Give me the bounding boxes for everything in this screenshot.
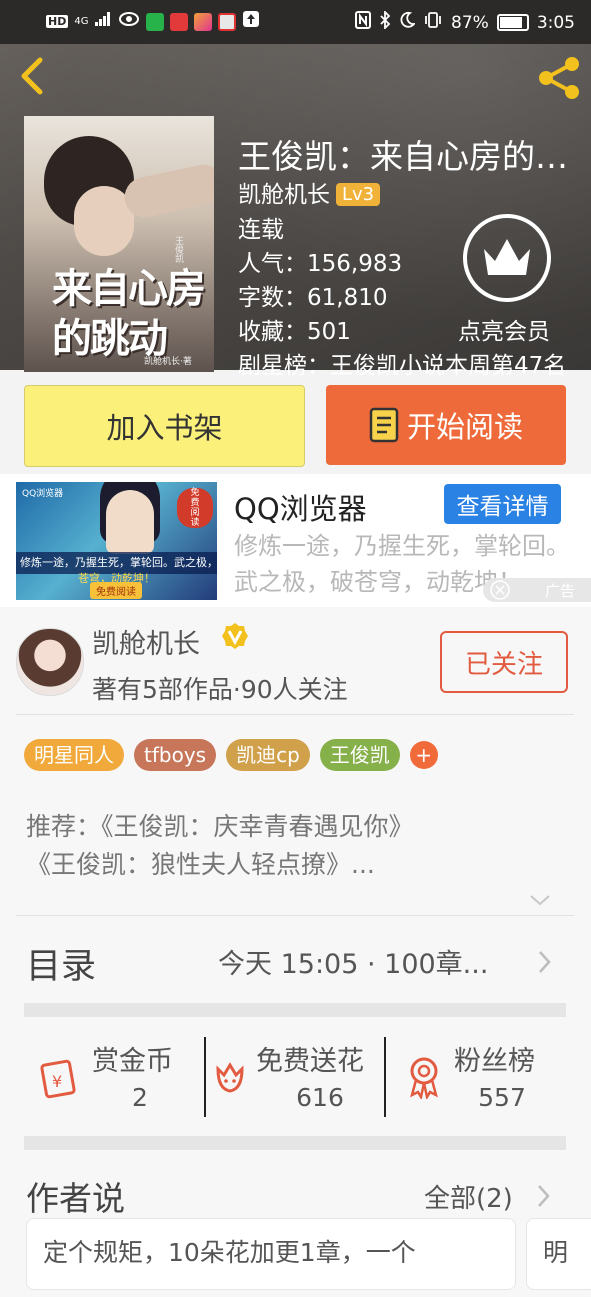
tag-item[interactable]: 凯迪cp — [226, 739, 310, 771]
bluetooth-icon — [379, 9, 391, 34]
tag-item[interactable]: 王俊凯 — [319, 739, 400, 771]
mic-app-icon — [170, 12, 189, 31]
share-button[interactable] — [536, 56, 582, 100]
author-info: 著有5部作品·90人关注 — [92, 675, 348, 704]
stat-separator — [384, 1037, 386, 1117]
ad-image-free: 免费阅读 — [90, 582, 142, 599]
start-reading-button[interactable]: 开始阅读 — [326, 385, 566, 465]
ad-image-tag: 免费阅读 — [177, 488, 213, 528]
book-author: 凯舱机长 — [238, 182, 330, 208]
follow-label: 已关注 — [464, 649, 543, 680]
nfc-icon — [355, 11, 372, 34]
ad-image[interactable]: QQ浏览器 免费阅读 修炼一途，乃握生死，掌轮回。武之极，破 苍穹，动乾坤！ 免… — [16, 482, 217, 600]
book-icon — [369, 407, 399, 443]
author-note-card[interactable]: 定个规矩，10朵花加更1章，一个 — [26, 1218, 516, 1290]
status-bar: HD 4G 87% 3:05 — [0, 0, 591, 44]
chevron-left-icon — [21, 57, 43, 95]
book-popularity: 人气：156,983 — [238, 251, 403, 277]
close-icon[interactable] — [487, 578, 513, 602]
stat-label: 赏金币 — [92, 1046, 173, 1077]
tag-item[interactable]: tfboys — [134, 739, 217, 771]
verified-icon — [221, 622, 249, 650]
vibrate-icon — [423, 11, 443, 34]
battery-icon — [496, 14, 529, 31]
recommendation-line2[interactable]: 《王俊凯：狼性夫人轻点撩》... — [26, 846, 566, 884]
more-tags-button[interactable]: + — [409, 741, 438, 769]
toc-latest[interactable]: 今天 15:05 · 100章... — [218, 942, 488, 981]
expand-button[interactable] — [528, 890, 552, 910]
book-words: 字数：61,810 — [238, 285, 388, 311]
svg-text:¥: ¥ — [52, 1072, 62, 1091]
ad-mark[interactable]: 广告 — [483, 578, 591, 602]
author-note-card[interactable]: 明 — [526, 1218, 591, 1290]
cover-author: 凯舱机长·著 — [144, 357, 192, 367]
level-badge: Lv3 — [336, 183, 381, 206]
author-line[interactable]: 凯舱机长 Lv3 — [238, 175, 381, 209]
vip-crown-icon[interactable] — [462, 213, 552, 303]
ad-details-label: 查看详情 — [456, 494, 549, 520]
book-favorites: 收藏：501 — [238, 319, 351, 345]
eye-icon — [118, 11, 140, 32]
ad-mark-label: 广告 — [545, 582, 576, 600]
author-says-title: 作者说 — [26, 1179, 125, 1218]
toc-button[interactable] — [536, 948, 554, 976]
ad-title[interactable]: QQ浏览器 — [234, 486, 367, 528]
chevron-down-icon — [530, 895, 550, 906]
author-says-all-label: 全部(2) — [424, 1184, 513, 1214]
add-to-shelf-button[interactable]: 加入书架 — [24, 385, 305, 467]
share-icon — [539, 57, 579, 99]
stat-value: 557 — [478, 1083, 526, 1112]
reward-coin-button[interactable]: ¥ 赏金币 2 — [40, 1037, 200, 1119]
green-app-icon — [146, 12, 165, 31]
divider — [16, 915, 574, 916]
flower-icon — [216, 1062, 244, 1093]
recommendation-text: 推荐：《王俊凯：庆幸青春遇见你》 《王俊凯：狼性夫人轻点撩》... — [26, 808, 566, 884]
back-button[interactable] — [14, 54, 50, 98]
ad-image-logo: QQ浏览器 — [22, 489, 64, 499]
book-title: 王俊凯：来自心房的跳动 — [238, 137, 568, 176]
stat-label: 免费送花 — [256, 1046, 364, 1077]
tag-item[interactable]: 明星同人 — [24, 739, 124, 771]
medal-icon — [410, 1057, 438, 1099]
author-note-text: 定个规矩，10朵花加更1章，一个 — [43, 1238, 416, 1267]
video-app-icon — [194, 12, 213, 31]
add-to-shelf-label: 加入书架 — [106, 411, 223, 445]
signal-icon — [94, 11, 112, 32]
news-app-icon — [218, 12, 237, 31]
book-status: 连载 — [238, 217, 284, 243]
author-says-more[interactable] — [535, 1182, 553, 1210]
red-envelope-icon: ¥ — [40, 1059, 76, 1099]
author-avatar[interactable] — [16, 628, 84, 696]
recommendation-line1[interactable]: 推荐：《王俊凯：庆幸青春遇见你》 — [26, 808, 566, 846]
network-label: 4G — [74, 16, 89, 27]
tag-list: 明星同人 tfboys 凯迪cp 王俊凯 + — [24, 739, 438, 771]
toc-label[interactable]: 目录 — [26, 938, 96, 989]
section-divider — [24, 1003, 566, 1017]
hd-icon: HD — [46, 15, 69, 28]
stat-label: 粉丝榜 — [454, 1046, 535, 1077]
author-note-text: 明 — [543, 1238, 569, 1267]
upload-icon — [242, 10, 260, 33]
ad-details-button[interactable]: 查看详情 — [444, 484, 561, 524]
divider — [16, 714, 574, 715]
author-name[interactable]: 凯舱机长 — [92, 622, 200, 661]
free-flower-button[interactable]: 免费送花 616 — [208, 1037, 386, 1119]
stat-separator — [204, 1037, 206, 1117]
stat-value: 616 — [296, 1083, 344, 1112]
clock: 3:05 — [536, 12, 575, 33]
moon-icon — [399, 11, 417, 34]
book-ranking[interactable]: 剧星榜：王俊凯小说本周第47名 — [238, 346, 574, 380]
book-cover[interactable]: 王俊凯 来自心房 的跳动 凯舱机长·著 — [24, 116, 214, 372]
vip-label[interactable]: 点亮会员 — [458, 312, 550, 346]
chevron-right-icon — [539, 951, 551, 973]
chevron-right-icon — [538, 1185, 550, 1207]
start-reading-label: 开始阅读 — [406, 410, 523, 444]
author-says-all-button[interactable]: 全部(2) — [424, 1178, 513, 1215]
battery-percent: 87% — [451, 12, 489, 33]
follow-button[interactable]: 已关注 — [440, 631, 568, 693]
section-divider — [24, 1136, 566, 1150]
stat-value: 2 — [132, 1083, 148, 1112]
fan-ranking-button[interactable]: 粉丝榜 557 — [404, 1037, 564, 1119]
